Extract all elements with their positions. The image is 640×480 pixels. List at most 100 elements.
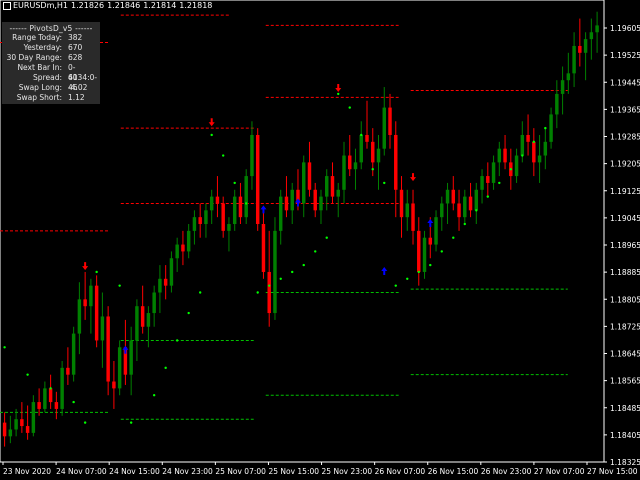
candle-body	[445, 189, 450, 204]
trail-dot	[314, 250, 317, 253]
low-price: 1.21814	[143, 1, 177, 10]
info-row-swap-short: Swap Short: 1.12	[16, 93, 85, 102]
candle-body	[520, 134, 525, 156]
candle-body	[8, 429, 13, 437]
trail-dot	[49, 387, 52, 390]
candle-body	[25, 426, 30, 433]
trail-dot	[268, 284, 271, 287]
candle-body	[560, 80, 565, 94]
time-axis-label: 24 Nov 15:00	[109, 467, 160, 476]
time-axis-label: 25 Nov 15:00	[268, 467, 319, 476]
candle-body	[486, 176, 490, 183]
candle-body	[267, 271, 271, 314]
sell-arrow-icon	[208, 118, 215, 127]
trail-dot	[325, 236, 328, 239]
candle-body	[244, 176, 248, 218]
candle-body	[491, 162, 496, 183]
trail-dot	[3, 346, 6, 349]
price-axis-label: 1.19365	[610, 105, 640, 114]
candle-body	[140, 306, 145, 327]
candle-body	[417, 230, 421, 272]
trail-dot	[302, 263, 305, 267]
candle-body	[566, 73, 571, 81]
trail-dot	[406, 277, 409, 281]
candle-body	[457, 203, 461, 218]
candle-body	[422, 237, 427, 272]
candle-body	[232, 196, 237, 225]
price-axis-label: 1.18885	[610, 268, 640, 277]
candle-body	[353, 162, 358, 170]
trail-dot	[371, 168, 374, 171]
trail-dot	[152, 394, 156, 397]
candle-body	[135, 306, 139, 341]
trail-dot	[233, 181, 236, 185]
candle-body	[572, 45, 576, 74]
info-row-next-bar: Next Bar In: 0-4134:0-46	[17, 63, 98, 92]
time-axis-label: 26 Nov 23:00	[481, 467, 532, 476]
price-axis-label: 1.18325	[610, 458, 640, 467]
candle-body	[503, 148, 507, 163]
candle-body	[463, 196, 467, 218]
candle-body	[555, 93, 559, 115]
candle-body	[169, 258, 174, 286]
trail-dot	[95, 270, 98, 274]
symbol-icon	[3, 1, 11, 10]
info-row-yesterday: Yesterday: 670	[23, 43, 83, 52]
candle-body	[549, 114, 553, 142]
price-axis-label: 1.18645	[610, 350, 640, 359]
trail-dot	[187, 311, 190, 315]
candle-body	[158, 278, 162, 293]
candle-body	[2, 422, 7, 437]
candle-body	[382, 107, 386, 149]
price-axis-label: 1.19605	[610, 24, 640, 33]
info-row-spread: Spread: 60	[33, 73, 78, 82]
price-axis-label: 1.19205	[610, 160, 640, 169]
candle-body	[66, 367, 70, 375]
sell-arrow-icon	[410, 173, 417, 182]
candle-body	[428, 237, 433, 245]
price-axis-label: 1.18965	[610, 241, 640, 250]
candle-body	[71, 333, 76, 375]
high-price: 1.21846	[107, 1, 141, 10]
trail-dot	[198, 291, 202, 294]
trail-dot	[337, 92, 340, 96]
trail-dot	[175, 339, 179, 342]
trail-dot	[440, 250, 443, 253]
candle-body	[273, 230, 277, 314]
candle-body	[250, 134, 254, 177]
chart-window[interactable]: 1.19605 1.19525 1.19445 1.19365 1.19285 1.192…	[0, 0, 640, 480]
price-axis-label: 1.18405	[610, 431, 640, 440]
candle-body	[129, 340, 133, 375]
trail-dot	[210, 133, 213, 137]
trail-dot	[360, 133, 363, 137]
candle-body	[83, 299, 87, 307]
candle-body	[186, 230, 191, 252]
candle-body	[526, 134, 530, 142]
candle-body	[48, 388, 53, 403]
candle-body	[319, 196, 323, 211]
trail-dot	[221, 154, 225, 157]
price-axis-label: 1.19125	[610, 187, 640, 196]
candle-body	[209, 196, 214, 211]
candle-body	[14, 419, 18, 430]
buy-arrow-icon	[294, 198, 301, 207]
trail-dot	[498, 181, 501, 185]
price-axis-label: 1.18805	[610, 295, 640, 304]
candle-body	[330, 176, 335, 197]
trail-dot	[429, 263, 432, 267]
info-row-range-today: Range Today: 382	[12, 33, 83, 42]
candle-body	[325, 176, 329, 197]
candle-body	[31, 402, 36, 433]
time-axis-label: 26 Nov 15:00	[428, 467, 479, 476]
candle-body	[238, 196, 243, 218]
trail-dot	[279, 277, 282, 281]
trail-dot	[164, 366, 167, 370]
chart-header: EURUSDm,H1 1.21826 1.21846 1.21814 1.21818	[3, 1, 215, 10]
trail-dot	[417, 270, 420, 274]
candle-body	[284, 196, 289, 211]
candle-body	[497, 148, 502, 163]
info-row-30-day-range: 30 Day Range: 628	[6, 53, 83, 62]
candle-body	[313, 189, 317, 211]
candle-body	[278, 196, 283, 231]
candle-body	[307, 162, 312, 190]
